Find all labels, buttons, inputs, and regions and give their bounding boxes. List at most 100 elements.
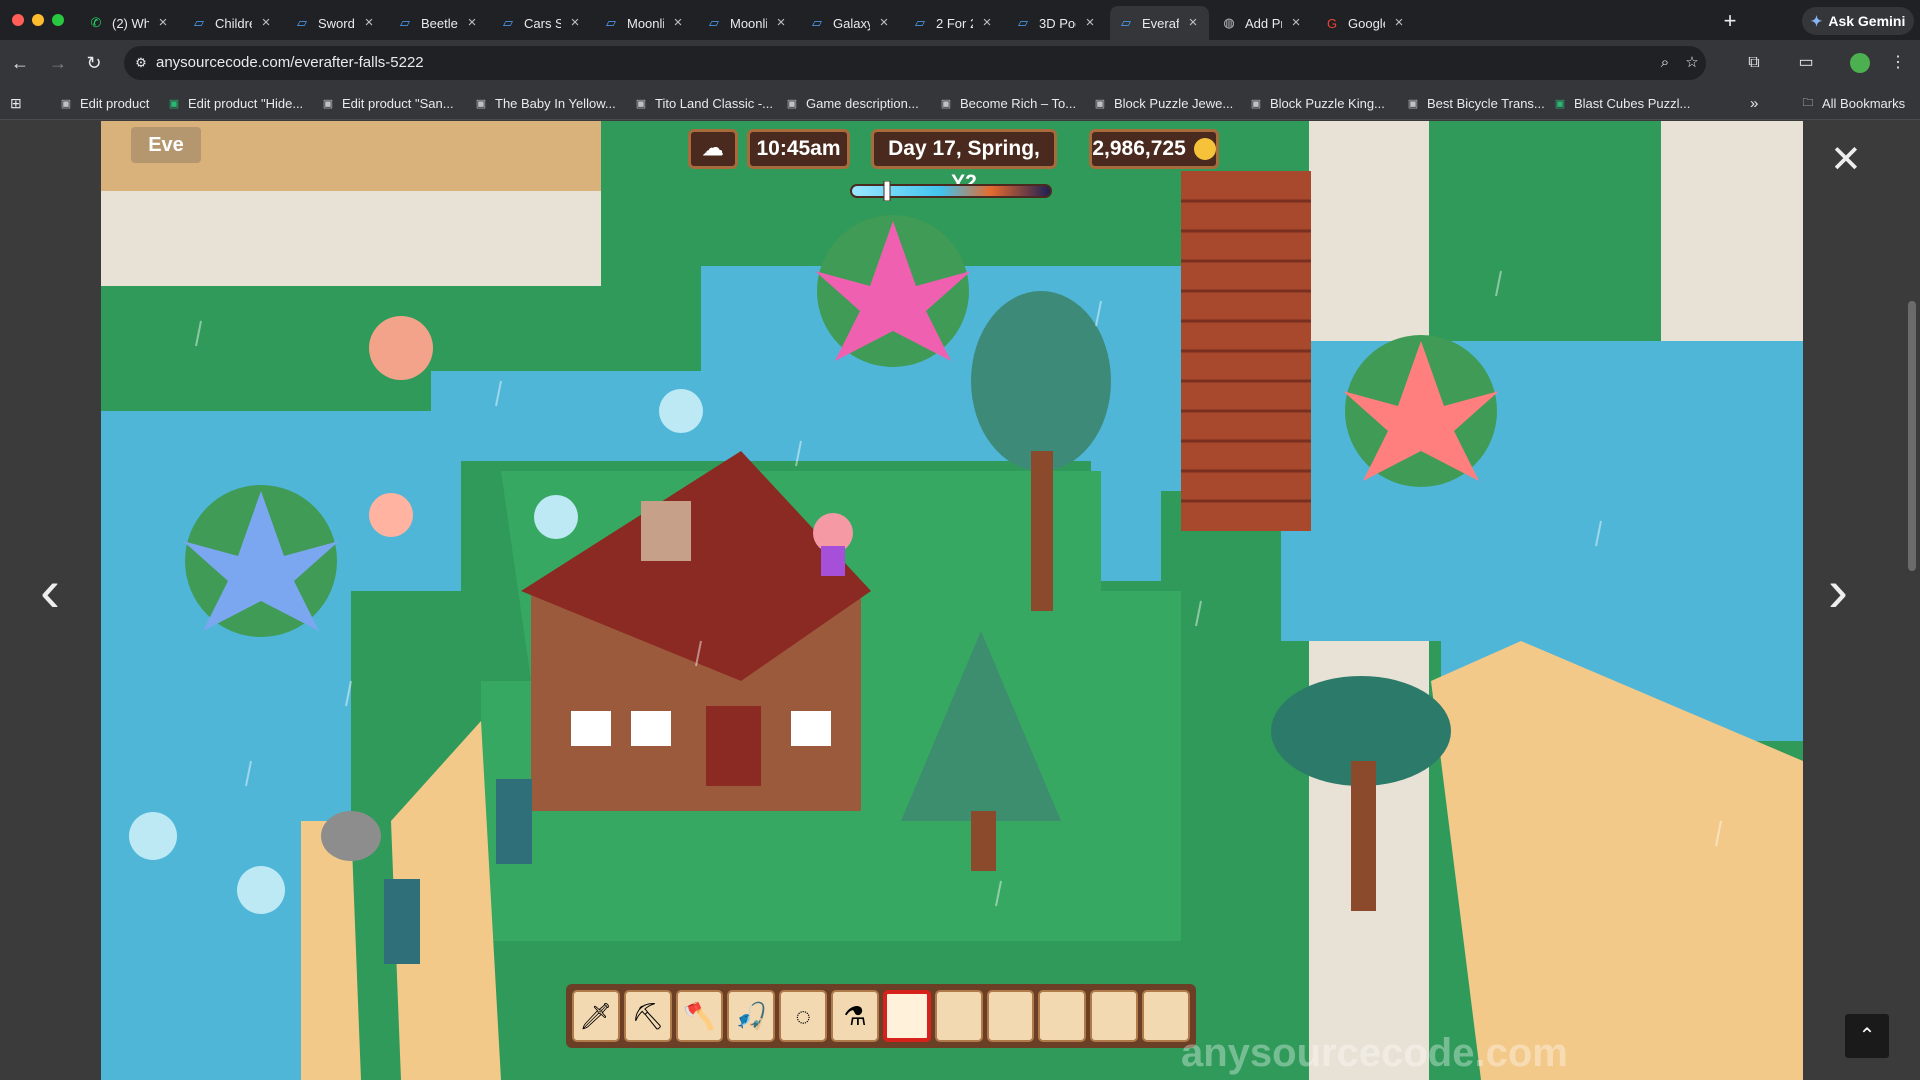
tab[interactable]: ▱ Galaxy Ad × (801, 6, 900, 40)
tab-close-icon[interactable]: × (1391, 15, 1407, 31)
all-bookmarks-label: All Bookmarks (1822, 95, 1906, 111)
menu-kebab-icon[interactable]: ⋮ (1884, 49, 1912, 77)
tab-close-icon[interactable]: × (258, 15, 274, 31)
page-icon: ▱ (915, 15, 925, 30)
zoom-window-button[interactable] (52, 14, 64, 26)
tab-close-icon[interactable]: × (876, 15, 892, 31)
forward-button[interactable]: → (44, 49, 72, 77)
hotbar-slot[interactable]: 🗡 (572, 990, 620, 1042)
player-name-label: Eve (131, 127, 201, 163)
bookmark-item[interactable]: ▣ Tito Land Classic -... (633, 86, 773, 120)
tab-close-icon[interactable]: × (1082, 15, 1098, 31)
bookmark-favicon-icon: ▣ (322, 97, 334, 110)
back-button[interactable]: ← (6, 49, 34, 77)
url-text[interactable]: anysourcecode.com/everafter-falls-5222 (156, 46, 424, 80)
address-bar[interactable]: ⚙ anysourcecode.com/everafter-falls-5222… (124, 46, 1706, 80)
hotbar-slot[interactable]: ◌ (779, 990, 828, 1042)
tab[interactable]: ▱ Sword Ma × (286, 6, 385, 40)
bookmark-item[interactable]: ▣ Edit product (58, 86, 150, 120)
bookmark-item[interactable]: ▣ The Baby In Yellow... (473, 86, 616, 120)
bookmark-item[interactable]: ▣ Block Puzzle King... (1248, 86, 1385, 120)
new-tab-button[interactable]: + (1716, 8, 1744, 36)
hotbar-slot[interactable]: ⛏ (623, 990, 672, 1042)
gold-amount: 2,986,725 (1092, 137, 1186, 160)
bookmark-label: Best Bicycle Trans... (1427, 95, 1545, 111)
tab[interactable]: ▱ Moonligh × (595, 6, 694, 40)
scroll-to-top-button[interactable]: ⌃ (1845, 1014, 1889, 1058)
game-canvas[interactable]: Eve ☁ 10:45am Day 17, Spring, Y2 2,986,7… (101, 121, 1803, 1080)
arrow-right-icon: → (49, 53, 67, 73)
reload-icon: ↻ (86, 53, 102, 73)
sword-icon: 🗡 (579, 1000, 613, 1031)
tab[interactable]: ▱ 2 For 2 - C × (904, 6, 1003, 40)
close-viewer-icon[interactable]: ✕ (1830, 141, 1862, 179)
tab-close-icon[interactable]: × (670, 15, 686, 31)
page-icon: ▱ (709, 15, 719, 30)
tab[interactable]: ▱ Cars Surv × (492, 6, 591, 40)
bookmark-item[interactable]: ▣ Best Bicycle Trans... (1405, 86, 1545, 120)
day-progress-bar (845, 181, 1060, 201)
tab[interactable]: G Google S × (1316, 6, 1415, 40)
avatar[interactable] (1846, 49, 1874, 77)
next-arrow-icon[interactable]: › (1828, 561, 1848, 621)
bookmark-label: Edit product "San... (342, 95, 454, 111)
side-panel-icon[interactable]: ▭ (1792, 49, 1820, 77)
hotbar-slot[interactable] (934, 990, 983, 1042)
minimize-window-button[interactable] (32, 14, 44, 26)
day-progress-marker (883, 181, 891, 201)
ask-gemini-button[interactable]: ✦ Ask Gemini (1802, 7, 1914, 35)
bookmark-label: Edit product (80, 95, 150, 111)
tab-close-icon[interactable]: × (567, 15, 583, 31)
apps-grid-icon[interactable]: ⊞ (10, 86, 30, 120)
globe-icon: ◍ (1223, 15, 1235, 30)
reload-button[interactable]: ↻ (80, 49, 108, 77)
hotbar-slot[interactable] (1038, 990, 1087, 1042)
scrollbar[interactable] (1908, 301, 1916, 571)
bookmark-item[interactable]: ▣ Edit product "San... (320, 86, 454, 120)
hotbar-slot[interactable] (986, 990, 1035, 1042)
tab[interactable]: ✆ (2) What's × (80, 6, 179, 40)
tab[interactable]: ▱ Everafter × (1110, 6, 1209, 40)
tab[interactable]: ◍ Add Prod × (1213, 6, 1312, 40)
bookmark-item[interactable]: ▣ Game description... (784, 86, 919, 120)
tab-close-icon[interactable]: × (1288, 15, 1304, 31)
tab[interactable]: ▱ Moonligh × (698, 6, 797, 40)
tab-title: (2) What's (112, 15, 149, 31)
tab-close-icon[interactable]: × (773, 15, 789, 31)
hotbar-slot[interactable] (882, 990, 931, 1042)
bookmark-item[interactable]: ▣ Blast Cubes Puzzl... (1552, 86, 1691, 120)
tab[interactable]: ▱ Children o × (183, 6, 282, 40)
watermark-text: anysourcecode.com (1181, 1031, 1568, 1075)
tab-close-icon[interactable]: × (1185, 15, 1201, 31)
tab-close-icon[interactable]: × (155, 15, 171, 31)
bookmark-star-icon[interactable]: ☆ (1681, 52, 1703, 74)
hotbar-slot[interactable]: ⚗ (831, 990, 879, 1042)
hotbar-slot[interactable]: 🎣 (727, 990, 776, 1042)
tab-title: 2 For 2 - C (936, 15, 973, 31)
bookmarks-overflow-icon[interactable]: » (1750, 86, 1758, 120)
all-bookmarks-folder[interactable]: 🗀 All Bookmarks (1800, 86, 1906, 120)
hotbar-slot[interactable]: 🪓 (675, 990, 724, 1042)
tab-title: Google S (1348, 15, 1385, 31)
tab[interactable]: ▱ 3D Pool B × (1007, 6, 1106, 40)
hotbar-slot[interactable] (1090, 990, 1139, 1042)
gemini-sparkle-icon: ✦ (1810, 12, 1823, 29)
prev-arrow-icon[interactable]: ‹ (40, 561, 60, 621)
bookmark-label: Game description... (806, 95, 919, 111)
fishing-rod-icon: 🎣 (735, 1000, 768, 1031)
tab-title: Add Prod (1245, 15, 1282, 31)
tab-close-icon[interactable]: × (979, 15, 995, 31)
tab-close-icon[interactable]: × (361, 15, 377, 31)
page-icon: ▱ (400, 15, 410, 30)
bookmark-item[interactable]: ▣ Block Puzzle Jewe... (1092, 86, 1233, 120)
tab[interactable]: ▱ Beetle Sn × (389, 6, 488, 40)
bookmark-item[interactable]: ▣ Become Rich – To... (938, 86, 1076, 120)
extensions-icon[interactable]: ⧉ (1740, 49, 1768, 77)
bookmark-item[interactable]: ▣ Edit product "Hide... (166, 86, 303, 120)
tab-close-icon[interactable]: × (464, 15, 480, 31)
bookmark-favicon-icon: ▣ (60, 97, 72, 110)
zoom-icon[interactable]: ⌕ (1654, 52, 1676, 74)
close-window-button[interactable] (12, 14, 24, 26)
bookmark-favicon-icon: ▣ (1407, 97, 1419, 110)
site-info-icon[interactable]: ⚙ (130, 52, 152, 74)
